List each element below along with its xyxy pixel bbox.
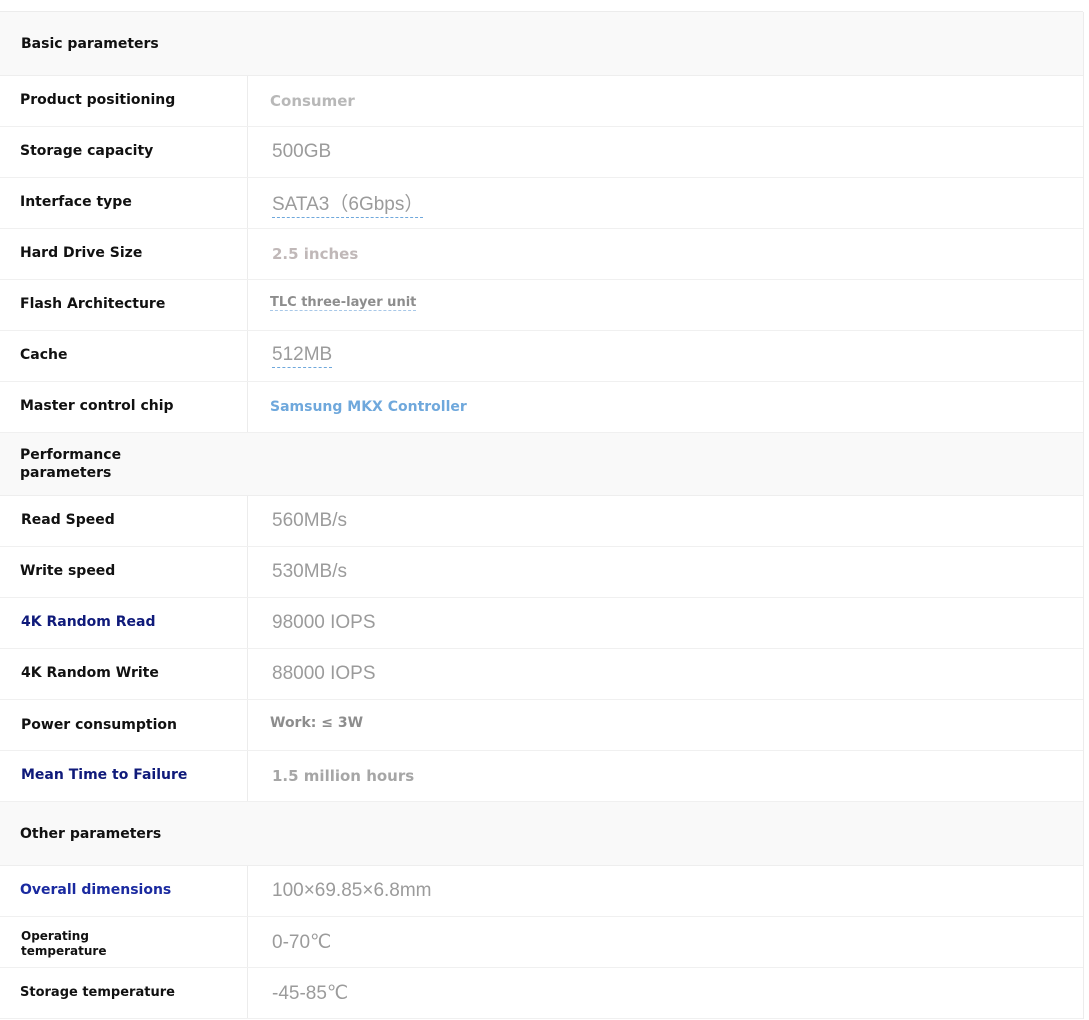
spec-value: 1.5 million hours — [272, 767, 415, 785]
spec-label: Storage capacity — [0, 127, 248, 177]
spec-row-storage-temperature: Storage temperature -45-85℃ — [0, 968, 1083, 1019]
section-title: Performance parameters — [20, 447, 122, 481]
flash-architecture-link[interactable]: TLC three-layer unit — [270, 295, 417, 311]
spec-label: Storage temperature — [0, 968, 248, 1018]
spec-row-overall-dimensions: Overall dimensions 100×69.85×6.8mm — [0, 866, 1083, 917]
spec-value-cell: Consumer — [248, 76, 1083, 126]
spec-label: Interface type — [0, 178, 248, 228]
spec-row-storage-capacity: Storage capacity 500GB — [0, 127, 1083, 178]
spec-row-cache[interactable]: Cache 512MB — [0, 331, 1083, 382]
spec-value-cell: SATA3（6Gbps） — [248, 178, 1083, 228]
spec-value-cell: 2.5 inches — [248, 229, 1083, 279]
spec-row-interface-type[interactable]: Interface type SATA3（6Gbps） — [0, 178, 1083, 229]
spec-value-cell: 0-70℃ — [248, 917, 1083, 967]
spec-value-cell: 512MB — [248, 331, 1083, 381]
spec-value-cell: TLC three-layer unit — [248, 280, 1083, 330]
spec-value-cell: 1.5 million hours — [248, 751, 1083, 801]
interface-type-link[interactable]: SATA3（6Gbps） — [272, 189, 424, 218]
spec-table: Basic parameters Product positioning Con… — [0, 12, 1084, 1019]
spec-label: Mean Time to Failure — [0, 751, 248, 801]
spec-value: Consumer — [270, 92, 355, 110]
spec-label: 4K Random Read — [0, 598, 248, 648]
spec-value-cell: 88000 IOPS — [248, 649, 1083, 699]
spec-value-cell: -45-85℃ — [248, 968, 1083, 1018]
spec-label: Read Speed — [0, 496, 248, 546]
section-title: Other parameters — [20, 825, 162, 842]
spec-row-operating-temperature: Operating temperature 0-70℃ — [0, 917, 1083, 968]
spec-value-cell: 560MB/s — [248, 496, 1083, 546]
spec-label: Master control chip — [0, 382, 248, 432]
spec-value: 500GB — [272, 141, 332, 162]
spec-row-product-positioning: Product positioning Consumer — [0, 76, 1083, 127]
spec-label: Hard Drive Size — [0, 229, 248, 279]
spec-row-mean-time-to-failure: Mean Time to Failure 1.5 million hours — [0, 751, 1083, 802]
spec-label: Operating temperature — [0, 917, 248, 967]
section-title: Basic parameters — [21, 35, 159, 52]
section-header-basic: Basic parameters — [0, 12, 1083, 76]
spec-value: 88000 IOPS — [272, 663, 376, 684]
spec-label: Flash Architecture — [0, 280, 248, 330]
spec-label: Write speed — [0, 547, 248, 597]
spec-value: 100×69.85×6.8mm — [272, 880, 432, 901]
cache-link[interactable]: 512MB — [272, 344, 333, 368]
spec-value: 530MB/s — [272, 561, 347, 582]
spec-value-cell: 98000 IOPS — [248, 598, 1083, 648]
spec-row-write-speed: Write speed 530MB/s — [0, 547, 1083, 598]
spec-label: Power consumption — [0, 700, 248, 750]
spec-row-4k-random-write: 4K Random Write 88000 IOPS — [0, 649, 1083, 700]
spec-value: 560MB/s — [272, 510, 347, 531]
spec-value: Work: ≤ 3W — [270, 715, 364, 731]
section-header-performance: Performance parameters — [0, 433, 1083, 496]
spec-value: -45-85℃ — [272, 982, 349, 1004]
spec-label: 4K Random Write — [0, 649, 248, 699]
spec-row-hard-drive-size: Hard Drive Size 2.5 inches — [0, 229, 1083, 280]
spec-value-cell: 500GB — [248, 127, 1083, 177]
spec-label: Cache — [0, 331, 248, 381]
spec-row-4k-random-read: 4K Random Read 98000 IOPS — [0, 598, 1083, 649]
master-control-chip-link[interactable]: Samsung MKX Controller — [270, 399, 467, 415]
section-header-other: Other parameters — [0, 802, 1083, 866]
spec-value-cell: Work: ≤ 3W — [248, 700, 1083, 750]
spec-value-cell: 530MB/s — [248, 547, 1083, 597]
spec-row-read-speed: Read Speed 560MB/s — [0, 496, 1083, 547]
top-border — [0, 0, 1083, 12]
spec-label: Product positioning — [0, 76, 248, 126]
spec-label-text: Operating temperature — [21, 929, 107, 958]
spec-row-flash-architecture[interactable]: Flash Architecture TLC three-layer unit — [0, 280, 1083, 331]
spec-label: Overall dimensions — [0, 866, 248, 916]
spec-value: 2.5 inches — [272, 245, 359, 263]
spec-value: 0-70℃ — [272, 931, 332, 953]
spec-value-cell: 100×69.85×6.8mm — [248, 866, 1083, 916]
spec-row-power-consumption: Power consumption Work: ≤ 3W — [0, 700, 1083, 751]
spec-value-cell: Samsung MKX Controller — [248, 382, 1083, 432]
spec-row-master-control-chip[interactable]: Master control chip Samsung MKX Controll… — [0, 382, 1083, 433]
spec-value: 98000 IOPS — [272, 612, 376, 633]
